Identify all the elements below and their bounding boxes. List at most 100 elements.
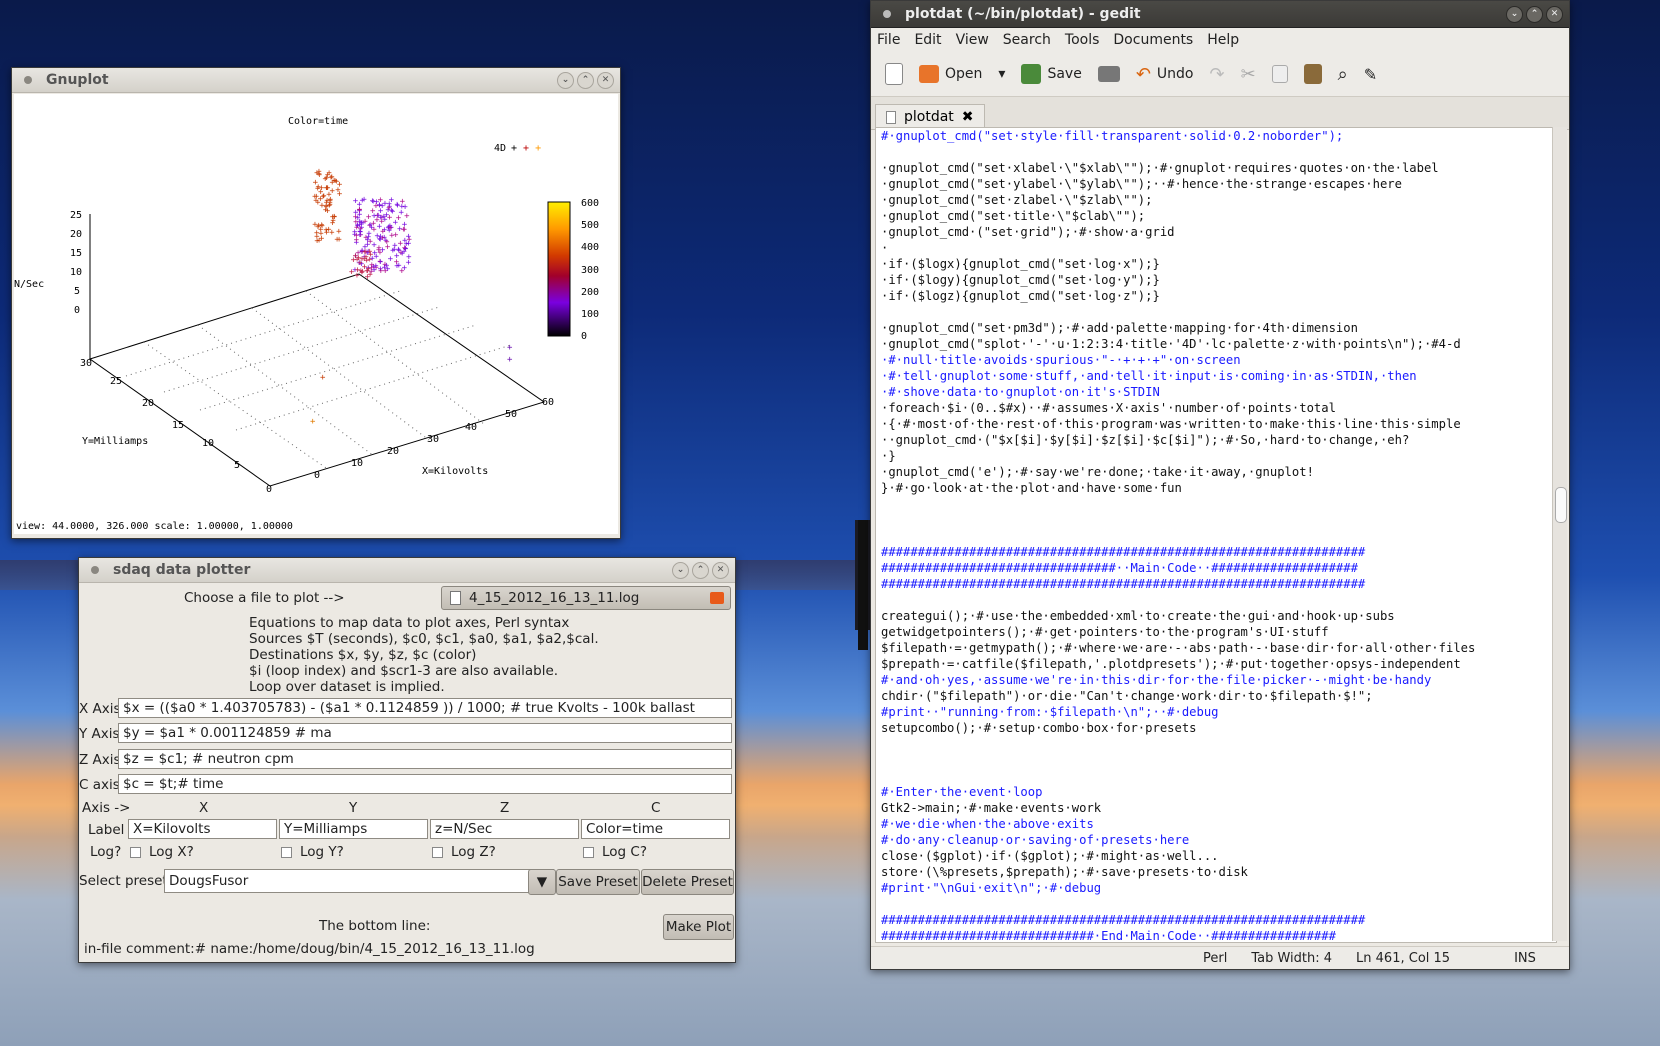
axis-col-x: X (199, 800, 209, 816)
scatter-point: + (316, 167, 322, 177)
maximize-icon[interactable]: ⌃ (577, 71, 594, 89)
menu-file[interactable]: File (877, 32, 900, 48)
new-button[interactable] (879, 59, 909, 89)
z-label-input[interactable]: z=N/Sec (430, 819, 579, 839)
code-line: ·gnuplot_cmd("set·pm3d");·#·add·palette·… (881, 321, 1358, 335)
paste-button[interactable] (1298, 60, 1328, 88)
code-line: ·#·shove·data·to·gnuplot·on·it's·STDIN (881, 385, 1160, 399)
tab-width-selector[interactable]: Tab Width: 4 (1239, 951, 1344, 966)
save-button[interactable]: Save (1015, 60, 1087, 88)
close-icon[interactable]: ✕ (712, 561, 729, 579)
svg-text:15: 15 (172, 420, 184, 431)
code-line: ·if·($logz){gnuplot_cmd("set·log·z");} (881, 289, 1160, 303)
plot-canvas[interactable]: Color=time 4D + + + N/Sec Y=Milliamps X=… (14, 94, 618, 534)
window-menu-icon[interactable] (24, 76, 32, 84)
open-recent-dropdown[interactable]: ▾ (992, 62, 1011, 86)
scrollbar-thumb[interactable] (1555, 487, 1567, 523)
search-icon: ⌕ (1337, 63, 1348, 85)
document-icon (886, 110, 896, 124)
file-name: 4_15_2012_16_13_11.log (469, 590, 640, 606)
menu-help[interactable]: Help (1207, 32, 1239, 48)
replace-button[interactable]: ✎ (1358, 61, 1383, 88)
svg-text:10: 10 (202, 438, 214, 449)
close-tab-icon[interactable]: ✖ (962, 109, 974, 125)
x-label-input[interactable]: X=Kilovolts (128, 819, 277, 839)
x-axis-equation-input[interactable]: $x = (($a0 * 1.403705783) - ($a1 * 0.112… (118, 698, 732, 718)
replace-icon: ✎ (1363, 64, 1378, 84)
scatter-point: + (394, 258, 400, 268)
menu-tools[interactable]: Tools (1065, 32, 1100, 48)
log-z-checkbox[interactable]: Log Z? (432, 844, 496, 860)
c-axis-equation-input[interactable]: $c = $t;# time (118, 774, 732, 794)
preset-dropdown-icon[interactable]: ▼ (528, 869, 556, 895)
scatter-point: + (393, 218, 399, 228)
close-icon[interactable]: ✕ (597, 71, 614, 89)
minimize-icon[interactable]: ⌄ (672, 561, 689, 579)
y-label-input[interactable]: Y=Milliamps (279, 819, 428, 839)
code-line: ·} (881, 449, 896, 463)
menu-view[interactable]: View (956, 32, 989, 48)
print-button[interactable] (1092, 62, 1126, 86)
log-x-checkbox[interactable]: Log X? (130, 844, 194, 860)
statusbar: Perl Tab Width: 4 Ln 461, Col 15 INS (871, 946, 1569, 969)
tab-plotdat[interactable]: plotdat ✖ (875, 104, 985, 129)
log-c-checkbox[interactable]: Log C? (583, 844, 647, 860)
checkbox-icon (583, 846, 594, 858)
z-axis-equation-input[interactable]: $z = $c1; # neutron cpm (118, 749, 732, 769)
menu-search[interactable]: Search (1003, 32, 1051, 48)
svg-text:30: 30 (427, 434, 439, 445)
c-label-input[interactable]: Color=time (581, 819, 730, 839)
gedit-titlebar[interactable]: plotdat (~/bin/plotdat) - gedit ⌄ ⌃ ✕ (871, 1, 1569, 28)
svg-text:0: 0 (74, 305, 80, 316)
help-line: $i (loop index) and $scr1-3 are also ava… (249, 663, 559, 679)
menu-edit[interactable]: Edit (914, 32, 941, 48)
menu-documents[interactable]: Documents (1113, 32, 1193, 48)
scatter-point: + (312, 220, 318, 230)
grid-lines (125, 290, 512, 471)
gnuplot-titlebar[interactable]: Gnuplot ⌄ ⌃ ✕ (12, 68, 620, 93)
scatter-point: + (507, 355, 513, 365)
search-button[interactable]: ⌕ (1332, 60, 1354, 89)
file-chooser-button[interactable]: 4_15_2012_16_13_11.log (441, 586, 731, 610)
window-title: plotdat (~/bin/plotdat) - gedit (905, 6, 1141, 22)
language-selector[interactable]: Perl (1191, 951, 1239, 966)
editor-scrollbar[interactable] (1552, 127, 1567, 941)
copy-button[interactable] (1266, 61, 1294, 87)
preset-combo[interactable]: DougsFusor (164, 869, 554, 893)
help-line: Sources $T (seconds), $c0, $c1, $a0, $a1… (249, 631, 599, 647)
scatter-point: + (320, 373, 326, 383)
scatter-point: + (386, 204, 392, 214)
code-line: ########################################… (881, 913, 1366, 927)
save-preset-button[interactable]: Save Preset (556, 869, 640, 895)
checkbox-icon (130, 846, 141, 858)
plot-svg: Color=time 4D + + + N/Sec Y=Milliamps X=… (14, 116, 599, 495)
log-y-checkbox[interactable]: Log Y? (281, 844, 344, 860)
close-icon[interactable]: ✕ (1546, 5, 1563, 23)
checkbox-icon (281, 846, 292, 858)
insert-mode: INS (1514, 950, 1536, 966)
code-editor[interactable]: #·gnuplot_cmd("set·style·fill·transparen… (875, 127, 1557, 943)
redo-button[interactable]: ↷ (1203, 60, 1230, 89)
cut-button[interactable]: ✂ (1235, 60, 1262, 89)
minimize-icon[interactable]: ⌄ (1506, 5, 1523, 23)
x-axis-label: X=Kilovolts (422, 466, 488, 477)
maximize-icon[interactable]: ⌃ (1526, 5, 1543, 23)
undo-button[interactable]: ↶ Undo (1130, 60, 1200, 89)
code-line: $filepath·=·getmypath();·#·where·we·are·… (881, 641, 1476, 655)
color-palette-bar (547, 201, 571, 337)
delete-preset-button[interactable]: Delete Preset (641, 869, 734, 895)
y-axis-equation-input[interactable]: $y = $a1 * 0.001124859 # ma (118, 723, 732, 743)
sdaq-titlebar[interactable]: sdaq data plotter ⌄ ⌃ ✕ (79, 558, 735, 583)
window-menu-icon[interactable] (91, 566, 99, 574)
svg-text:0: 0 (314, 470, 320, 481)
minimize-icon[interactable]: ⌄ (557, 71, 574, 89)
code-line: creategui();·#·use·the·embedded·xml·to·c… (881, 609, 1395, 623)
window-menu-icon[interactable] (883, 10, 891, 18)
make-plot-button[interactable]: Make Plot (663, 914, 734, 940)
maximize-icon[interactable]: ⌃ (692, 561, 709, 579)
open-button[interactable]: Open (913, 61, 988, 87)
svg-text:10: 10 (70, 267, 82, 278)
scatter-point: + (353, 197, 359, 207)
code-line: ·#·tell·gnuplot·some·stuff,·and·tell·it·… (881, 369, 1417, 383)
code-line: chdir·("$filepath")·or·die·"Can't·change… (881, 689, 1373, 703)
